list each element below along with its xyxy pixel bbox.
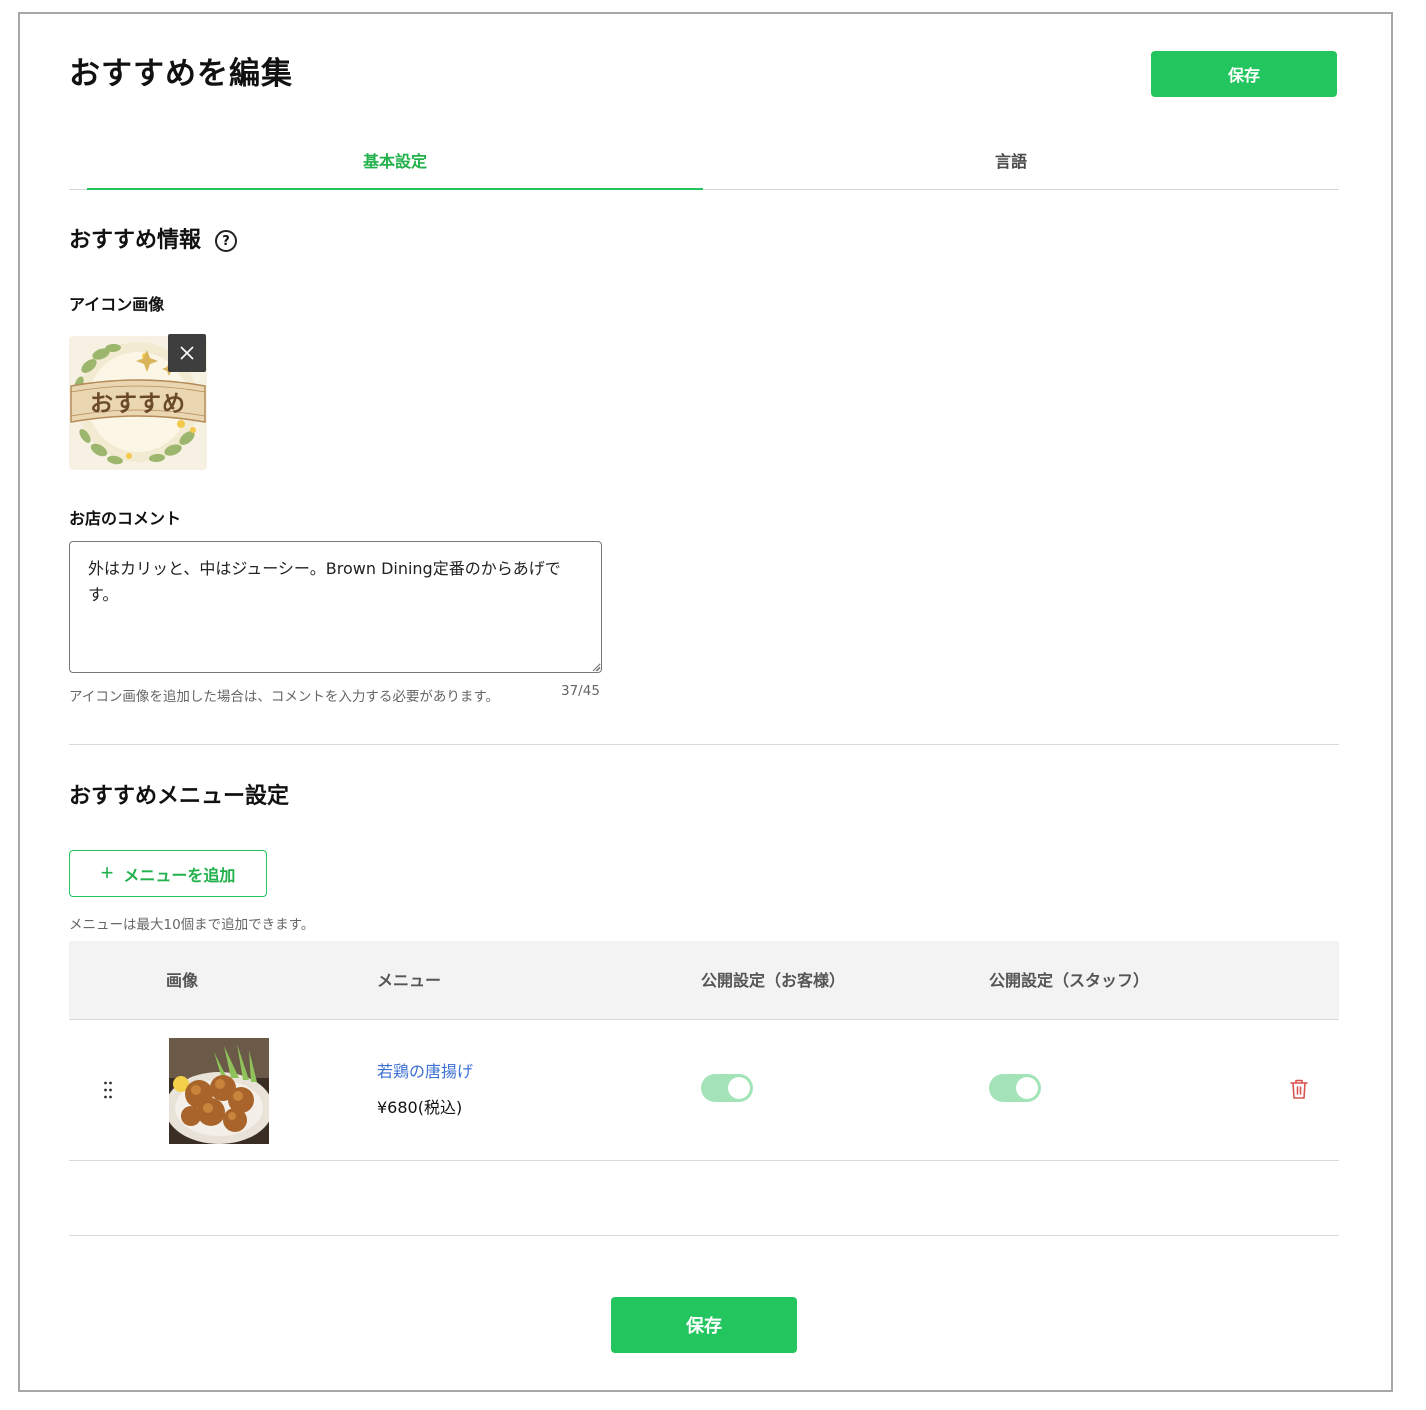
- column-header-menu: メニュー: [377, 971, 442, 990]
- recommendation-info-heading: おすすめ情報 ?: [69, 226, 238, 256]
- help-icon[interactable]: ?: [215, 230, 238, 252]
- karaage-photo: [169, 1038, 269, 1144]
- toggle-knob: [1016, 1077, 1038, 1099]
- comment-character-counter: 37/45: [561, 683, 600, 699]
- toggle-public-staff[interactable]: [989, 1074, 1041, 1102]
- toggle-public-customer[interactable]: [701, 1074, 753, 1102]
- icon-image-caption: おすすめ: [90, 391, 186, 417]
- menu-item-image: [169, 1038, 269, 1144]
- trash-icon[interactable]: [1289, 1078, 1309, 1100]
- drag-handle-icon[interactable]: [103, 1080, 113, 1100]
- recommendation-info-title: おすすめ情報: [69, 228, 202, 253]
- column-header-public-customer: 公開設定（お客様）: [701, 971, 846, 990]
- toggle-knob: [728, 1077, 750, 1099]
- remove-icon-button[interactable]: [168, 334, 206, 372]
- tab-bar: 基本設定 言語: [69, 148, 1339, 190]
- menu-limit-note: メニューは最大10個まで追加できます。: [69, 917, 315, 933]
- table-row: 若鶏の唐揚げ ¥680(税込): [69, 1020, 1339, 1161]
- menu-table-header: 画像 メニュー 公開設定（お客様） 公開設定（スタッフ）: [69, 941, 1339, 1020]
- tab-basic-settings[interactable]: 基本設定: [87, 148, 703, 190]
- close-icon: [180, 346, 194, 360]
- shop-comment-textarea[interactable]: 外はカリッと、中はジューシー。Brown Dining定番のからあげです。: [69, 541, 602, 673]
- save-button-bottom[interactable]: 保存: [611, 1297, 797, 1353]
- section-divider: [69, 744, 1339, 745]
- tab-language[interactable]: 言語: [703, 148, 1319, 190]
- add-menu-button[interactable]: + メニューを追加: [69, 850, 267, 897]
- menu-item-price: ¥680(税込): [377, 1098, 463, 1117]
- add-menu-label: メニューを追加: [123, 867, 236, 885]
- menu-item-name-link[interactable]: 若鶏の唐揚げ: [377, 1060, 473, 1084]
- column-header-image: 画像: [166, 971, 199, 990]
- comment-helper-text: アイコン画像を追加した場合は、コメントを入力する必要があります。: [69, 689, 499, 705]
- icon-image-label: アイコン画像: [69, 295, 165, 314]
- panel-content: おすすめを編集 保存 基本設定 言語 おすすめ情報 ? アイコン画像 おすすめ …: [69, 14, 1339, 1390]
- save-button-top[interactable]: 保存: [1151, 51, 1337, 97]
- column-header-public-staff: 公開設定（スタッフ）: [989, 971, 1150, 990]
- edit-recommendation-panel: おすすめを編集 保存 基本設定 言語 おすすめ情報 ? アイコン画像 おすすめ …: [18, 12, 1393, 1392]
- plus-icon: +: [100, 859, 114, 885]
- shop-comment-label: お店のコメント: [69, 509, 182, 528]
- footer-divider: [69, 1235, 1339, 1236]
- recommended-menu-heading: おすすめメニュー設定: [69, 782, 289, 812]
- resize-handle-icon[interactable]: [591, 662, 601, 672]
- page-title: おすすめを編集: [69, 56, 293, 92]
- recommended-menu-title: おすすめメニュー設定: [69, 784, 290, 809]
